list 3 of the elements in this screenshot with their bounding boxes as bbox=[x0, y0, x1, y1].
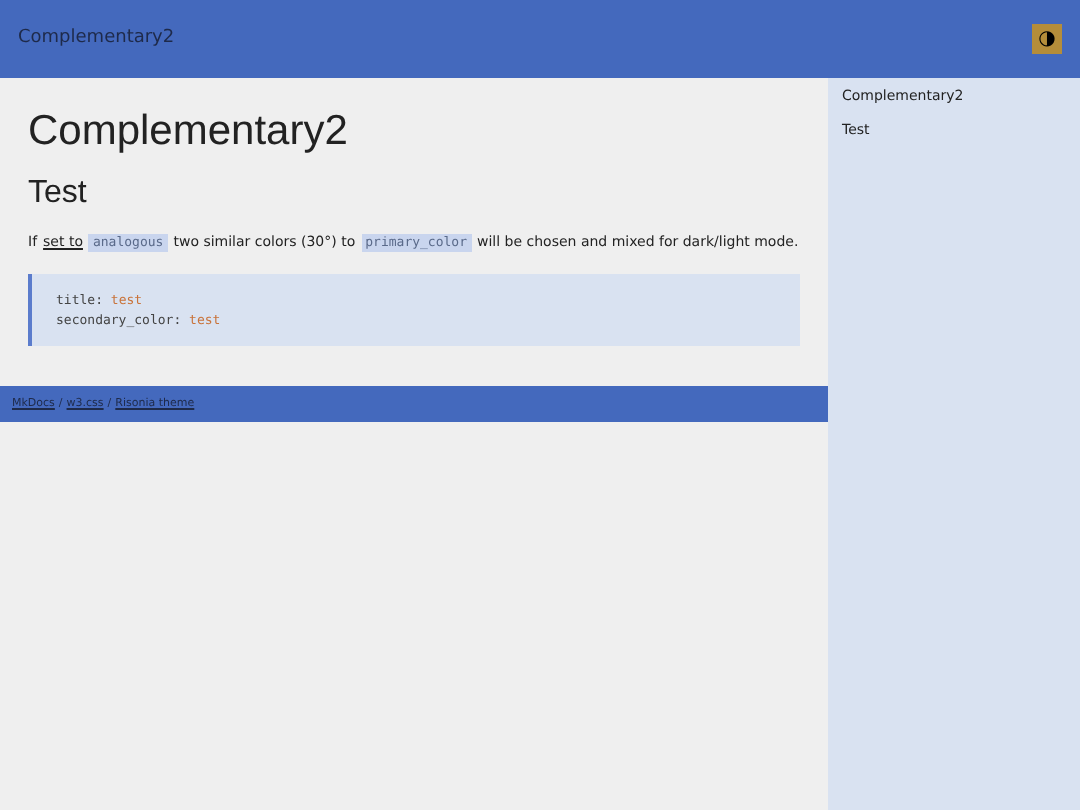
section-heading: Test bbox=[28, 174, 89, 215]
theme-toggle-button[interactable]: ◑ bbox=[1032, 24, 1062, 54]
page-title: Complementary2 bbox=[28, 106, 350, 158]
